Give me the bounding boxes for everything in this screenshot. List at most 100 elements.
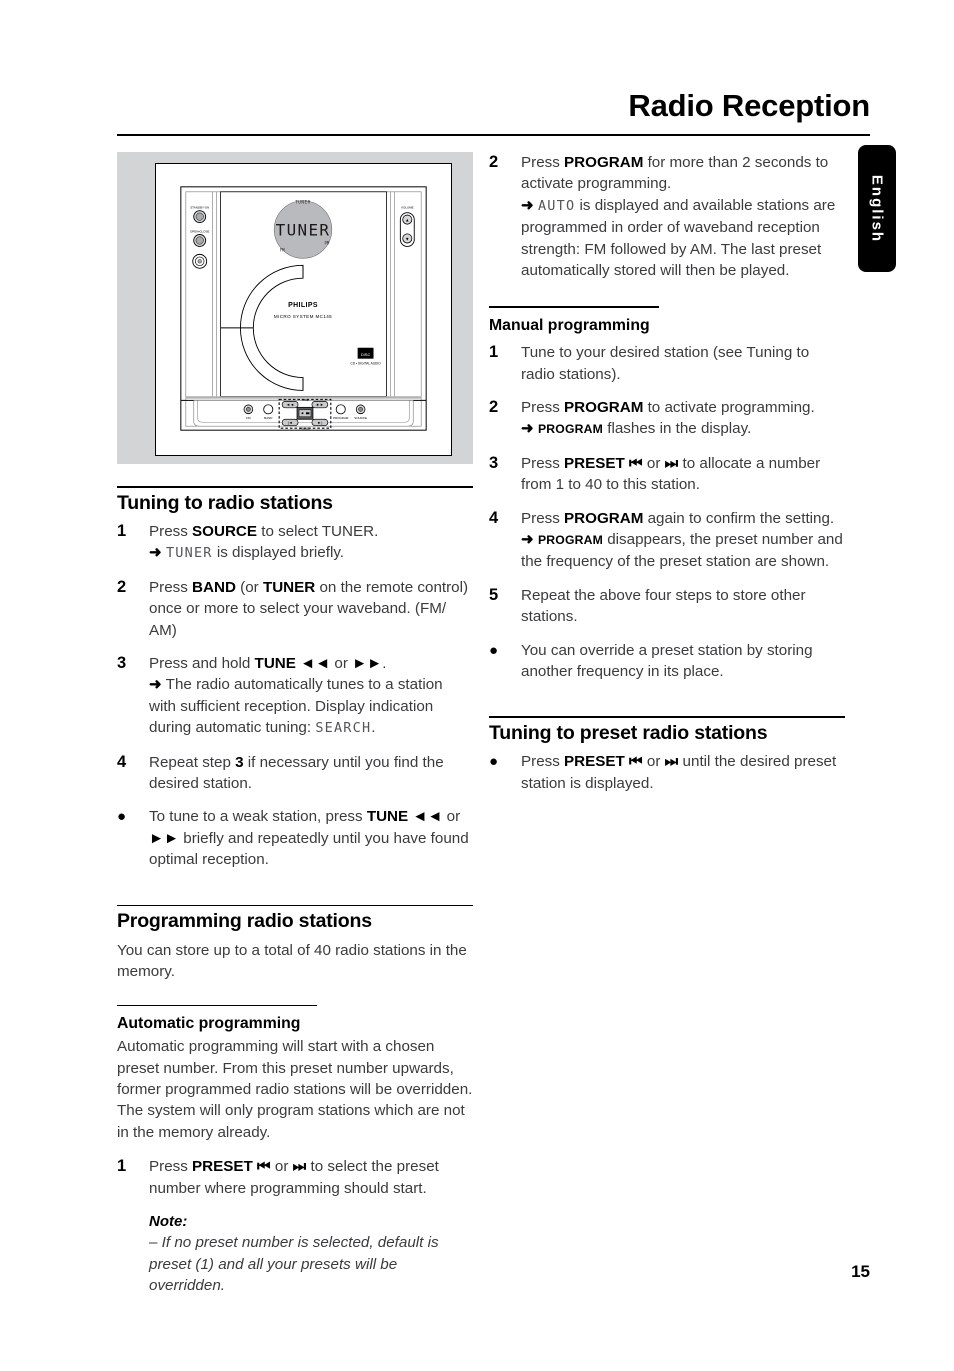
emphasis-label: PRESET <box>564 454 625 472</box>
svg-text:PROGRAM: PROGRAM <box>333 416 349 420</box>
step-body: Press SOURCE to select TUNER. ➜ TUNER is … <box>149 521 473 565</box>
section-divider <box>117 904 473 907</box>
emphasis-label: TUNE ◄◄ <box>254 655 331 673</box>
numbered-step: 4 Press PROGRAM again to confirm the sett… <box>489 508 845 573</box>
transport-glyph-icon: ⏭ <box>664 753 679 771</box>
step-body: Press and hold TUNE ◄◄ or ►►. ➜ The radio… <box>149 653 473 740</box>
instruction-line: Press SOURCE to select TUNER. <box>149 523 379 540</box>
transport-glyph-icon: ⏮ <box>624 753 643 771</box>
lcd-readout-text: SEARCH <box>315 720 372 737</box>
subsection-divider <box>489 306 659 308</box>
numbered-step: 1 Press PRESET ⏮ or ⏭ to select the prese… <box>117 1156 473 1199</box>
display-indicator-text: PROGRAM <box>537 532 604 547</box>
emphasis-label: PROGRAM <box>564 154 644 171</box>
arrow-icon: ➜ <box>521 420 534 438</box>
page-number: 15 <box>851 1262 870 1281</box>
instruction-line: Press PROGRAM for more than 2 seconds to… <box>521 154 829 193</box>
step-continued-automatic-programming: 2 Press PROGRAM for more than 2 seconds t… <box>489 152 845 281</box>
page-title: Radio Reception <box>628 88 870 123</box>
svg-text:STANDBY-ON: STANDBY-ON <box>190 206 209 210</box>
step-body: Press PRESET ⏮ or ⏭ to select the preset… <box>149 1156 473 1199</box>
emphasis-label: TUNE ◄◄ <box>366 808 443 826</box>
step-marker: 4 <box>117 752 127 771</box>
automatic-programming-intro: Automatic programming will start with a … <box>117 1038 473 1141</box>
emphasis-label: TUNER <box>262 578 316 596</box>
svg-text:|◄: |◄ <box>288 420 293 425</box>
instruction-line: Press PRESET ⏮ or ⏭ to select the preset… <box>149 1158 439 1197</box>
step-marker: 3 <box>489 453 499 472</box>
svg-text:▲: ▲ <box>405 218 410 223</box>
steps-preset-tuning: ● Press PRESET ⏮ or ⏭ until the desired p… <box>489 751 845 794</box>
band-button[interactable] <box>263 404 274 415</box>
result-line: ➜ TUNER is displayed briefly. <box>149 544 345 562</box>
step-marker: 1 <box>117 522 127 540</box>
emphasis-label: ►► <box>352 655 383 673</box>
section-heading-preset-tuning: Tuning to preset radio stations <box>489 722 768 745</box>
result-line: ➜ PROGRAM flashes in the display. <box>521 420 752 438</box>
svg-text:BAND: BAND <box>264 416 272 420</box>
arrow-icon: ➜ <box>521 530 534 548</box>
numbered-step: 3 Press PRESET ⏮ or ⏭ to allocate a numbe… <box>489 453 845 496</box>
steps-tuning-to-radio-stations: 1 Press SOURCE to select TUNER. ➜ TUNER is… <box>117 521 473 871</box>
step-marker: 1 <box>489 343 499 362</box>
instruction-line: Press and hold TUNE ◄◄ or ►►. <box>149 655 387 673</box>
emphasis-label: PRESET <box>192 1158 253 1176</box>
steps-manual-programming: 1 Tune to your desired station (see Tunin… <box>489 342 845 682</box>
svg-text:FM: FM <box>246 416 251 420</box>
note-block: Note: – If no preset number is selected,… <box>149 1211 473 1297</box>
step-body: Press PRESET ⏮ or ⏭ to allocate a number… <box>521 453 845 496</box>
emphasis-label: ►► <box>149 829 180 847</box>
section-heading-tuning: Tuning to radio stations <box>117 491 333 514</box>
instruction-line: Tune to your desired station (see Tuning… <box>521 344 810 383</box>
emphasis-label: 3 <box>235 753 244 771</box>
step-marker: 2 <box>489 153 499 171</box>
subheading-manual-programming: Manual programming <box>489 316 650 334</box>
svg-text:►|: ►| <box>317 420 322 425</box>
step-body: Press PROGRAM for more than 2 seconds to… <box>521 152 845 281</box>
svg-text:PHILIPS: PHILIPS <box>288 302 318 309</box>
step-marker: 1 <box>117 1157 127 1176</box>
bullet-step: ● Press PRESET ⏮ or ⏭ until the desired p… <box>489 751 845 794</box>
subsection-divider <box>117 1004 317 1006</box>
bullet-step: ● You can override a preset station by st… <box>489 640 845 683</box>
result-line: ➜ AUTO is displayed and available statio… <box>521 196 836 280</box>
instruction-line: Press PRESET ⏮ or ⏭ until the desired pr… <box>521 753 837 792</box>
result-line: ➜ PROGRAM disappears, the preset number … <box>521 530 843 571</box>
svg-text:◄◄: ◄◄ <box>286 402 294 407</box>
emphasis-label: PRESET <box>564 753 625 771</box>
section-divider <box>117 486 473 488</box>
numbered-step: 2 Press PROGRAM for more than 2 seconds t… <box>489 152 845 281</box>
section-heading-programming: Programming radio stations <box>117 910 372 933</box>
transport-glyph-icon: ⏮ <box>252 1158 271 1176</box>
title-divider <box>117 134 870 136</box>
numbered-step: 1 Press SOURCE to select TUNER. ➜ TUNER is… <box>117 521 473 565</box>
svg-text:►►: ►► <box>316 402 324 407</box>
svg-text:TUNER: TUNER <box>276 221 331 240</box>
program-button[interactable] <box>335 404 346 415</box>
emphasis-label: PROGRAM <box>564 398 644 416</box>
step-marker: 2 <box>489 397 499 416</box>
product-illustration: TUNER TUNER FM PM PHILIPS MICRO SYSTEM M… <box>117 152 473 464</box>
instruction-line: To tune to a weak station, press TUNE ◄◄… <box>149 808 469 869</box>
numbered-step: 4 Repeat step 3 if necessary until you fi… <box>117 752 473 795</box>
step-marker: 5 <box>489 585 499 604</box>
transport-glyph-icon: ⏮ <box>624 454 643 472</box>
steps-automatic-programming: 1 Press PRESET ⏮ or ⏭ to select the prese… <box>117 1156 473 1199</box>
step-body: You can override a preset station by sto… <box>521 640 845 683</box>
svg-text:DISC: DISC <box>361 352 371 357</box>
svg-text:SOURCE: SOURCE <box>354 416 367 420</box>
step-body: Tune to your desired station (see Tuning… <box>521 342 845 385</box>
note-heading: Note: <box>149 1213 188 1231</box>
arrow-icon: ➜ <box>521 196 534 214</box>
numbered-step: 2 Press BAND (or TUNER on the remote cont… <box>117 577 473 641</box>
bullet-step: ● To tune to a weak station, press TUNE ◄… <box>117 806 473 870</box>
step-marker: ● <box>489 641 499 659</box>
svg-text:▼: ▼ <box>405 236 410 241</box>
step-marker: 4 <box>489 508 499 527</box>
lcd-readout-text: AUTO <box>537 197 576 214</box>
result-line: ➜ The radio automatically tunes to a sta… <box>149 676 443 737</box>
step-body: Repeat step 3 if necessary until you fin… <box>149 752 473 795</box>
step-body: Press PROGRAM again to confirm the setti… <box>521 508 845 573</box>
step-marker: ● <box>117 808 127 826</box>
instruction-line: Press PROGRAM to activate programming. <box>521 398 815 416</box>
